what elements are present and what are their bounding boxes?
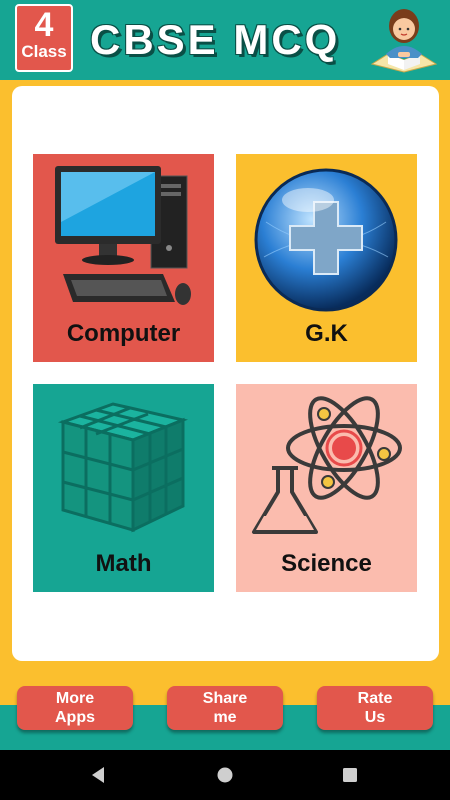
atom-flask-icon	[252, 396, 402, 534]
category-computer[interactable]: Computer	[33, 154, 214, 362]
category-label: Computer	[66, 320, 181, 347]
category-card: Computer G.K Math Science	[12, 86, 439, 661]
category-gk[interactable]: G.K	[236, 154, 417, 362]
category-math[interactable]: Math	[33, 384, 214, 592]
cube-icon	[57, 402, 189, 533]
app-header: 4 Class CBSE MCQ	[0, 0, 450, 80]
class-badge: 4 Class	[15, 4, 73, 72]
category-label: Math	[95, 550, 152, 577]
class-label: Class	[21, 42, 67, 61]
back-icon[interactable]	[88, 765, 108, 785]
computer-icon	[55, 166, 191, 305]
app-title: CBSE MCQ	[90, 16, 341, 63]
category-label: G.K	[305, 320, 348, 347]
class-number: 4	[34, 6, 54, 44]
category-science[interactable]: Science	[236, 384, 417, 592]
android-nav-bar	[0, 750, 450, 800]
category-label: Science	[281, 550, 372, 577]
recent-apps-icon[interactable]	[340, 765, 360, 785]
more-apps-button[interactable]: More Apps	[17, 686, 133, 730]
share-me-button[interactable]: Share me	[167, 686, 283, 730]
rate-us-button[interactable]: Rate Us	[317, 686, 433, 730]
student-reading-icon	[370, 9, 438, 73]
home-icon[interactable]	[215, 765, 235, 785]
globe-plus-icon	[254, 168, 398, 312]
